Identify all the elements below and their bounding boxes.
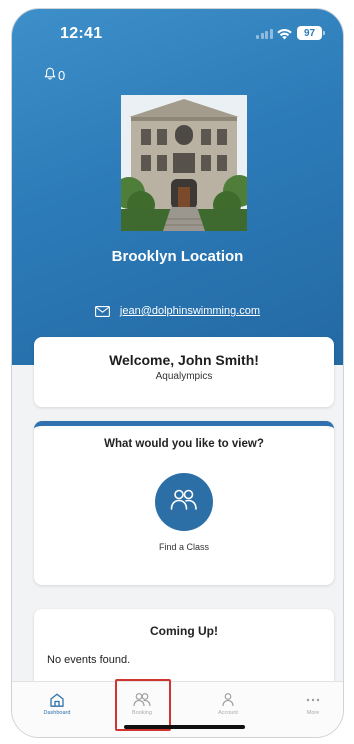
wifi-icon bbox=[276, 27, 293, 45]
signal-icon bbox=[256, 29, 273, 39]
find-class-button[interactable] bbox=[155, 473, 213, 531]
view-options-title: What would you like to view? bbox=[104, 438, 264, 450]
home-indicator bbox=[124, 725, 245, 729]
email-link[interactable]: jean@dolphinswimming.com bbox=[120, 305, 260, 317]
battery-indicator: 97 bbox=[297, 26, 325, 40]
people-icon bbox=[133, 693, 151, 707]
tab-more[interactable]: More bbox=[280, 682, 343, 734]
status-bar: 12:41 97 bbox=[12, 9, 343, 57]
find-class-label[interactable]: Find a Class bbox=[34, 542, 334, 552]
location-header: 12:41 97 0 Brooklyn Location jean@dolphi… bbox=[12, 9, 343, 365]
status-time: 12:41 bbox=[60, 25, 103, 42]
ellipsis-icon bbox=[306, 698, 320, 702]
no-events-text: No events found. bbox=[47, 654, 131, 666]
welcome-card: Welcome, John Smith! Aqualympics bbox=[34, 337, 334, 407]
location-name: Brooklyn Location bbox=[111, 248, 244, 265]
tab-label: Account bbox=[218, 710, 238, 716]
program-name: Aqualympics bbox=[155, 371, 213, 382]
tab-dashboard[interactable]: Dashboard bbox=[24, 682, 90, 734]
people-icon bbox=[169, 488, 199, 517]
coming-up-card: Coming Up! No events found. bbox=[34, 609, 334, 689]
home-icon bbox=[50, 693, 64, 707]
notification-count: 0 bbox=[58, 67, 66, 83]
email-row: jean@dolphinswimming.com bbox=[12, 305, 343, 317]
bottom-tab-bar: Dashboard Booking Account More bbox=[12, 681, 343, 737]
bell-icon bbox=[44, 67, 56, 83]
phone-screen: 12:41 97 0 Brooklyn Location jean@dolphi… bbox=[11, 8, 344, 738]
tab-label: Booking bbox=[132, 710, 152, 716]
view-options-card: What would you like to view? Find a Clas… bbox=[34, 421, 334, 585]
notifications-button[interactable]: 0 bbox=[44, 67, 65, 83]
tab-label: More bbox=[306, 710, 320, 716]
tab-label: Dashboard bbox=[43, 710, 71, 716]
location-photo bbox=[121, 95, 247, 231]
coming-up-title: Coming Up! bbox=[150, 624, 218, 638]
person-icon bbox=[222, 693, 234, 707]
mail-icon bbox=[94, 305, 110, 317]
welcome-title: Welcome, John Smith! bbox=[109, 352, 259, 368]
